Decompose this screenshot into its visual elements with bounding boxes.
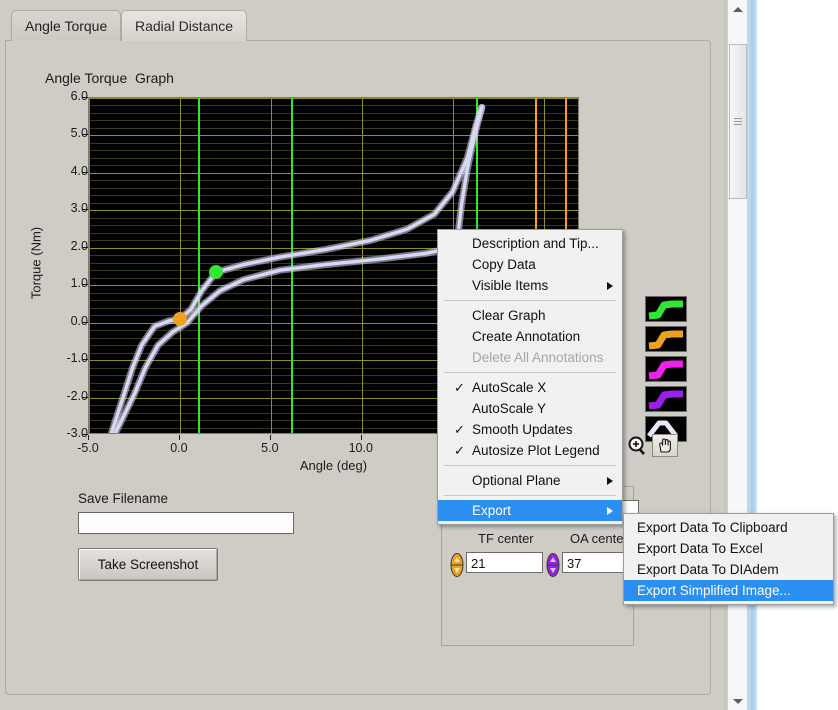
save-filename-input[interactable] [78,512,294,534]
x-tick [179,435,180,440]
x-tick-label: 10.0 [336,441,386,455]
submenu-arrow-icon [607,507,613,515]
take-screenshot-button[interactable]: Take Screenshot [78,548,218,581]
menu-item-visible-items[interactable]: Visible Items [438,275,622,296]
graph-title: Angle Torque Graph [45,70,174,86]
y-tick-label: -1.0 [44,351,88,365]
menu-item-label: AutoScale X [472,380,546,395]
menu-item-label: Visible Items [472,278,548,293]
menu-item-clear-graph[interactable]: Clear Graph [438,305,622,326]
y-tick-label: -2.0 [44,389,88,403]
scroll-down-button[interactable] [728,692,747,710]
export-submenu[interactable]: Export Data To Clipboard Export Data To E… [623,513,834,605]
orange-marker[interactable] [173,312,187,326]
y-tick-label: 4.0 [44,164,88,178]
tab-radial-distance[interactable]: Radial Distance [121,10,247,41]
curve-segment [115,107,482,434]
submenu-arrow-icon [607,282,613,290]
check-icon: ✓ [454,377,465,398]
menu-item-label: Clear Graph [472,308,546,323]
y-tick-label: -3.0 [44,426,88,440]
tf-center-input[interactable]: 21 [466,552,543,573]
graph-context-menu[interactable]: Description and Tip... Copy Data Visible I… [437,229,623,525]
plot-2-swatch[interactable] [645,356,687,382]
menu-item-label: Description and Tip... [472,236,599,251]
submenu-item-label: Export Data To DIAdem [637,562,779,577]
tf-center-spinner[interactable] [450,553,464,577]
menu-item-label: Autosize Plot Legend [472,443,600,458]
menu-item-label: Smooth Updates [472,422,573,437]
x-tick-label: 0.0 [154,441,204,455]
triangle-up-icon [733,7,743,12]
x-tick [361,435,362,440]
submenu-item-export-data-to-excel[interactable]: Export Data To Excel [624,538,833,559]
y-tick-label: 2.0 [44,239,88,253]
menu-item-autosize-plot-legend[interactable]: ✓ Autosize Plot Legend [438,440,622,461]
y-tick-label: 0.0 [44,314,88,328]
menu-item-copy-data[interactable]: Copy Data [438,254,622,275]
submenu-item-label: Export Simplified Image... [637,583,791,598]
pan-hand-icon[interactable] [652,434,678,457]
save-filename-label: Save Filename [78,491,168,506]
menu-separator [444,495,616,496]
scroll-up-button[interactable] [728,0,747,18]
menu-separator [444,372,616,373]
plot-legend[interactable] [645,296,689,446]
oa-center-label: OA center [570,531,628,546]
menu-item-description-and-tip[interactable]: Description and Tip... [438,233,622,254]
submenu-item-export-data-to-clipboard[interactable]: Export Data To Clipboard [624,517,833,538]
submenu-arrow-icon [607,477,613,485]
submenu-item-label: Export Data To Excel [637,541,763,556]
menu-item-export[interactable]: Export [438,500,622,521]
menu-item-label: Optional Plane [472,473,561,488]
menu-item-label: Copy Data [472,257,536,272]
check-icon: ✓ [454,440,465,461]
y-tick-label: 6.0 [44,89,88,103]
y-tick-label: 1.0 [44,276,88,290]
menu-separator [444,300,616,301]
menu-item-label: Create Annotation [472,329,580,344]
menu-item-delete-all-annotations: Delete All Annotations [438,347,622,368]
check-icon: ✓ [454,419,465,440]
tab-strip: Angle Torque Radial Distance [5,10,717,42]
menu-item-optional-plane[interactable]: Optional Plane [438,470,622,491]
menu-item-autoscale-y[interactable]: AutoScale Y [438,398,622,419]
plot-3-swatch[interactable] [645,386,687,412]
plot-1-swatch[interactable] [645,326,687,352]
submenu-item-export-data-to-diadem[interactable]: Export Data To DIAdem [624,559,833,580]
plot-0-swatch[interactable] [645,296,687,322]
x-tick [88,435,89,440]
scrollbar-thumb[interactable] [729,44,747,199]
oa-center-spinner[interactable] [546,553,560,577]
menu-item-label: Delete All Annotations [472,350,603,365]
menu-item-smooth-updates[interactable]: ✓ Smooth Updates [438,419,622,440]
zoom-magnifier-icon[interactable] [625,434,651,457]
menu-item-autoscale-x[interactable]: ✓ AutoScale X [438,377,622,398]
y-tick-label: 3.0 [44,201,88,215]
submenu-item-export-simplified-image[interactable]: Export Simplified Image... [624,580,833,601]
x-tick-label: -5.0 [63,441,113,455]
tf-center-label: TF center [478,531,534,546]
triangle-down-icon [733,699,743,704]
graph-palette[interactable] [625,434,681,458]
menu-separator [444,465,616,466]
tab-angle-torque[interactable]: Angle Torque [11,10,121,41]
menu-item-label: Export [472,503,511,518]
menu-item-create-annotation[interactable]: Create Annotation [438,326,622,347]
x-tick-label: 5.0 [245,441,295,455]
y-tick-label: 5.0 [44,126,88,140]
submenu-item-label: Export Data To Clipboard [637,520,788,535]
y-axis: -3.0-2.0-1.00.01.02.03.04.05.06.0 [40,95,88,435]
grip-lines-icon [734,118,742,125]
x-tick [270,435,271,440]
menu-item-label: AutoScale Y [472,401,546,416]
